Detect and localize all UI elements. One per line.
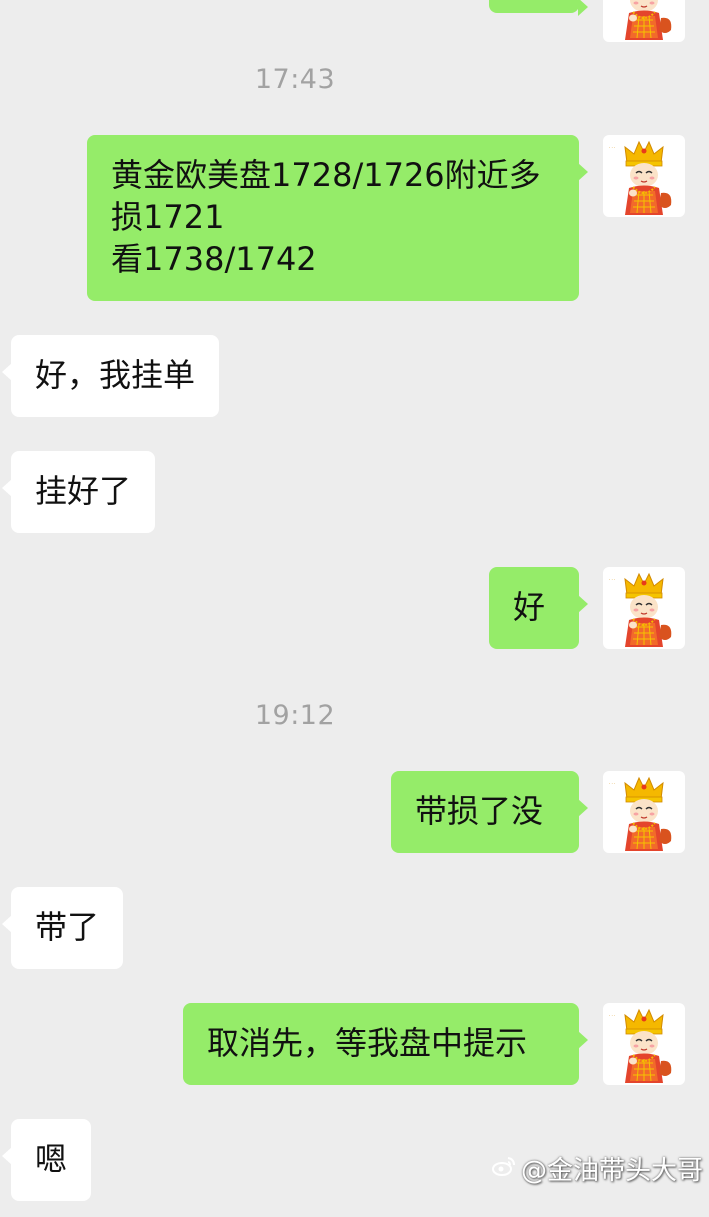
message-text: 黄金欧美盘1728/1726附近多 — [111, 156, 541, 194]
monk-avatar-icon — [603, 1003, 685, 1085]
message-text: 取消先，等我盘中提示 — [207, 1024, 528, 1062]
avatar[interactable] — [603, 771, 685, 853]
message-bubble-outgoing[interactable]: 黄金欧美盘1728/1726附近多 损1721 看1738/1742 — [87, 135, 588, 301]
message-bubble-outgoing[interactable]: 好 — [489, 567, 588, 649]
avatar[interactable] — [603, 135, 685, 217]
timestamp: 17:43 — [254, 64, 336, 95]
message-text: 看1738/1742 — [111, 240, 317, 278]
message-text: 好，我挂单 — [35, 356, 196, 394]
watermark: @金油带头大哥 — [491, 1150, 703, 1187]
monk-avatar-icon — [603, 567, 685, 649]
avatar-partial[interactable] — [603, 0, 685, 42]
avatar[interactable] — [603, 1003, 685, 1085]
message-text: 挂好了 — [35, 472, 132, 510]
message-bubble-outgoing[interactable]: 带损了没 — [391, 771, 588, 853]
message-bubble-incoming[interactable]: 嗯 — [1, 1119, 92, 1201]
message-bubble-incoming[interactable]: 挂好了 — [1, 451, 156, 533]
message-bubble-outgoing-partial[interactable] — [489, 0, 588, 16]
monk-avatar-icon — [603, 0, 685, 42]
weibo-logo-icon — [491, 1155, 517, 1183]
monk-avatar-icon — [603, 771, 685, 853]
timestamp: 19:12 — [254, 700, 336, 731]
message-bubble-incoming[interactable]: 带了 — [1, 887, 124, 969]
message-text: 好 — [513, 588, 546, 626]
monk-avatar-icon — [603, 135, 685, 217]
message-bubble-incoming[interactable]: 好，我挂单 — [1, 335, 220, 417]
message-text: 损1721 — [111, 198, 225, 236]
message-text: 带了 — [35, 908, 100, 946]
watermark-text: @金油带头大哥 — [520, 1156, 703, 1186]
avatar[interactable] — [603, 567, 685, 649]
message-text: 嗯 — [35, 1140, 68, 1178]
message-text: 带损了没 — [415, 792, 544, 830]
message-bubble-outgoing[interactable]: 取消先，等我盘中提示 — [183, 1003, 588, 1085]
